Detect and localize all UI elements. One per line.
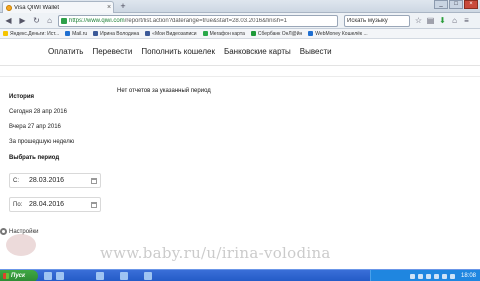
history-yesterday-link[interactable]: Вчера 27 апр 2016 [9,124,109,130]
calendar-icon[interactable] [91,177,97,184]
date-to-label: По: [13,201,23,208]
nav-topup-link[interactable]: Пополнить кошелек [141,47,215,56]
bookmark-favicon-icon [65,31,71,36]
bookmark-favicon-icon [3,31,8,36]
maximize-button[interactable]: □ [449,0,463,9]
taskbar-app-icon[interactable] [144,272,152,280]
system-clock: 18:08 [460,273,476,279]
bookmarks-bar: Яндекс.Деньги: Ист... Mail.ru Ирина Воло… [0,29,480,39]
nav-pay-link[interactable]: Оплатить [48,47,83,56]
browser-nav-bar: ◀ ▶ ↻ ⌂ https://www.qiwi.com/report/list… [0,13,480,29]
history-today-link[interactable]: Сегодня 28 апр 2016 [9,109,109,115]
history-sidebar: История Сегодня 28 апр 2016 Вчера 27 апр… [9,94,109,145]
home-icon[interactable]: ⌂ [44,15,55,26]
bookmark-favicon-icon [93,31,99,36]
tray-icon[interactable] [441,273,447,279]
close-window-button[interactable]: × [464,0,478,9]
taskbar-app-icon[interactable] [56,272,64,280]
star-icon[interactable]: ☆ [414,15,423,26]
bookmark-item[interactable]: Яндекс.Деньги: Ист... [3,31,59,37]
taskbar-app-icon[interactable] [44,272,52,280]
tab-close-icon[interactable]: × [105,4,113,11]
bookmark-icon[interactable]: ▤ [426,15,435,26]
browser-tab[interactable]: Visa QIWI Wallet × [2,1,114,13]
windows-logo-icon [3,273,9,279]
start-label: Пуск [11,273,26,279]
home-toolbar-icon[interactable]: ⌂ [450,15,459,26]
history-title: История [9,94,35,100]
date-from-label: С: [13,177,19,184]
calendar-icon[interactable] [91,201,97,208]
watermark-text: www.baby.ru/u/irina-volodina [100,244,331,262]
bookmark-favicon-icon [145,31,151,36]
minimize-button[interactable]: _ [434,0,448,9]
content-divider [0,76,480,77]
back-icon[interactable]: ◀ [3,15,14,26]
date-to-value: 28.04.2016 [29,201,65,208]
new-tab-button[interactable]: + [118,2,128,12]
tray-icon[interactable] [449,273,455,279]
period-title: Выбрать период [9,155,60,161]
tray-icon[interactable] [433,273,439,279]
bookmark-favicon-icon [202,31,208,36]
bookmark-item[interactable]: WebMoney Кошелёк ... [308,31,368,37]
no-reports-message: Нет отчетов за указанный период [117,88,211,94]
date-to-field[interactable]: По: 28.04.2016 [9,197,101,212]
bookmark-item[interactable]: Сбербанк ОнЛ@йн [250,31,302,37]
system-tray: 18:08 [370,270,480,281]
tray-icon[interactable] [409,273,415,279]
date-from-field[interactable]: С: 28.03.2016 [9,173,101,188]
toolbar-icons: ☆ ▤ ⬇ ⌂ ≡ [414,15,471,26]
gear-icon [0,228,7,235]
bookmark-item[interactable]: Mail.ru [65,31,87,37]
qiwi-favicon-icon [6,4,12,11]
history-week-link[interactable]: За прошедшую неделю [9,139,109,145]
lock-icon [61,18,67,24]
tray-icon[interactable] [425,273,431,279]
bookmark-item[interactable]: Мегафон карта [202,31,245,37]
taskbar-app-icon[interactable] [96,272,104,280]
download-icon[interactable]: ⬇ [438,15,447,26]
taskbar-app-icon[interactable] [120,272,128,280]
nav-transfer-link[interactable]: Перевести [92,47,132,56]
url-text: https://www.qiwi.com/report/list.action?… [69,18,287,24]
bookmark-item[interactable]: «Мои Видеозаписи [145,31,197,37]
bookmark-favicon-icon [250,31,256,36]
forward-icon[interactable]: ▶ [17,15,28,26]
bookmark-favicon-icon [308,31,314,36]
tab-title: Visa QIWI Wallet [14,4,60,11]
windows-taskbar: Пуск 18:08 [0,269,480,281]
nav-withdraw-link[interactable]: Вывести [300,47,332,56]
nav-bank-cards-link[interactable]: Банковские карты [224,47,291,56]
browser-tab-bar: Visa QIWI Wallet × + _ □ × [0,0,480,13]
menu-icon[interactable]: ≡ [462,15,471,26]
address-bar[interactable]: https://www.qiwi.com/report/list.action?… [58,15,338,27]
watermark-logo [6,234,36,256]
window-controls: _ □ × [434,0,478,9]
date-from-value: 28.03.2016 [29,177,65,184]
bookmark-item[interactable]: Ирина Володина [93,31,139,37]
site-nav: Оплатить Перевести Пополнить кошелек Бан… [0,40,480,66]
search-placeholder: Искать музыку [347,18,388,24]
tray-icon[interactable] [417,273,423,279]
start-button[interactable]: Пуск [0,270,38,281]
search-box[interactable]: Искать музыку [344,15,410,27]
reload-icon[interactable]: ↻ [31,15,42,26]
